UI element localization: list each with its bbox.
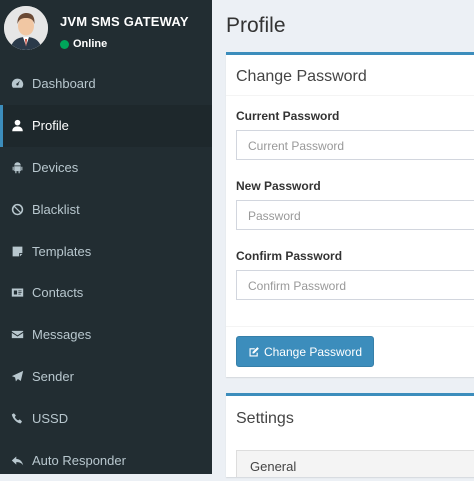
sidebar-item-templates[interactable]: Templates (0, 230, 212, 272)
change-password-button-label: Change Password (263, 344, 363, 359)
sidebar-item-label: Devices (32, 159, 79, 175)
change-password-footer: Change Password (226, 326, 474, 378)
sidebar-item-profile[interactable]: Profile (0, 104, 212, 147)
edit-icon (249, 346, 259, 356)
current-password-input[interactable]: Current Password (236, 130, 474, 160)
sidebar-item-auto-responder[interactable]: Auto Responder (0, 439, 212, 481)
sidebar-item-contacts[interactable]: Contacts (0, 272, 212, 314)
confirm-password-label: Confirm Password (236, 249, 343, 263)
ban-icon (10, 202, 24, 216)
sidebar-item-label: Profile (32, 118, 69, 134)
change-password-button[interactable]: Change Password (236, 336, 374, 367)
app-name: JVM SMS GATEWAY (60, 14, 189, 29)
avatar[interactable] (4, 6, 48, 50)
new-password-label: New Password (236, 179, 321, 193)
phone-icon (10, 411, 24, 425)
change-password-panel: Change Password Current Password Current… (226, 52, 474, 377)
sidebar-item-sender[interactable]: Sender (0, 356, 212, 398)
main-content: Profile Change Password Current Password… (212, 0, 474, 477)
address-card-icon (10, 286, 24, 300)
change-password-header: Change Password (226, 55, 474, 96)
settings-title: Settings (236, 410, 294, 427)
confirm-password-input[interactable]: Confirm Password (236, 270, 474, 300)
user-avatar-icon (4, 6, 48, 50)
sidebar-item-ussd[interactable]: USSD (0, 397, 212, 439)
sidebar-item-label: Blacklist (32, 201, 80, 217)
sidebar-item-blacklist[interactable]: Blacklist (0, 188, 212, 230)
sidebar-item-label: Sender (32, 368, 74, 384)
settings-panel: Settings General (226, 393, 474, 477)
online-dot-icon (60, 39, 69, 49)
sidebar-item-messages[interactable]: Messages (0, 314, 212, 356)
paper-plane-icon (10, 369, 24, 383)
dashboard-icon (10, 77, 24, 91)
sidebar-menu: Dashboard Profile Devices Blacklist Temp… (0, 63, 212, 481)
sidebar-item-label: Contacts (32, 285, 84, 301)
tab-general[interactable]: General (236, 450, 474, 477)
user-icon (10, 119, 24, 133)
sidebar-item-label: Templates (32, 243, 92, 259)
reply-icon (10, 453, 24, 467)
sidebar-item-dashboard[interactable]: Dashboard (0, 63, 212, 105)
envelope-icon (10, 328, 24, 342)
sidebar: JVM SMS GATEWAY Online Dashboard Profile… (0, 0, 212, 474)
sticky-note-icon (10, 244, 24, 258)
sidebar-item-label: Dashboard (32, 76, 96, 92)
status-indicator: Online (60, 38, 107, 50)
sidebar-item-label: Auto Responder (32, 452, 126, 468)
new-password-input[interactable]: Password (236, 200, 474, 230)
page-title: Profile (226, 14, 286, 37)
android-icon (10, 160, 24, 174)
status-text: Online (73, 38, 108, 50)
user-panel: JVM SMS GATEWAY Online (0, 0, 212, 62)
sidebar-item-label: USSD (32, 410, 69, 426)
current-password-label: Current Password (236, 109, 340, 123)
sidebar-item-devices[interactable]: Devices (0, 147, 212, 189)
change-password-title: Change Password (236, 68, 367, 85)
sidebar-item-label: Messages (32, 327, 92, 343)
